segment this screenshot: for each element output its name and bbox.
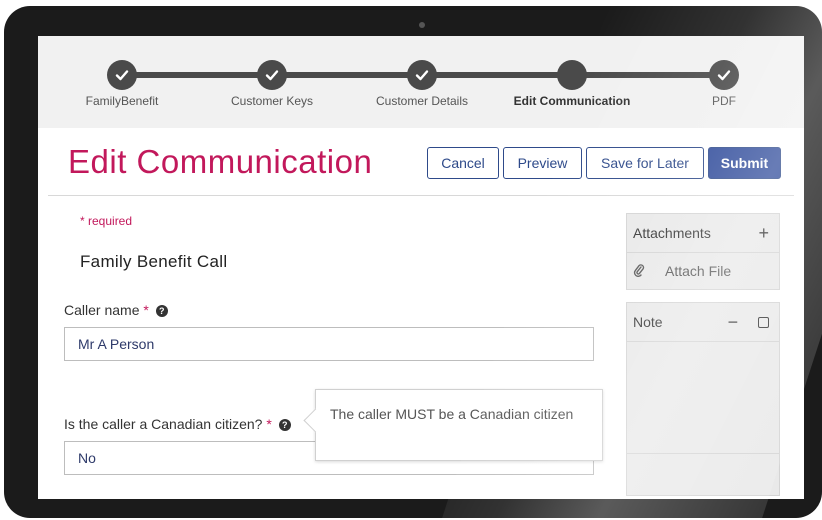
camera-dot xyxy=(419,22,425,28)
help-tooltip: The caller MUST be a Canadian citizen xyxy=(303,389,603,461)
citizen-label-text: Is the caller a Canadian citizen? xyxy=(64,416,263,432)
caller-name-label-text: Caller name xyxy=(64,302,140,318)
add-attachment-plus-icon[interactable]: + xyxy=(758,223,769,244)
attachments-panel: Attachments + Attach File xyxy=(626,213,780,290)
caller-name-input[interactable]: Mr A Person xyxy=(64,327,594,361)
help-icon[interactable]: ? xyxy=(155,305,168,317)
note-header: Note − xyxy=(627,303,779,342)
app-screen: FamilyBenefit Customer Keys Customer Det… xyxy=(38,36,804,499)
attach-file-link[interactable]: Attach File xyxy=(665,263,731,279)
tooltip-arrow xyxy=(303,408,328,433)
page-header: Edit Communication Cancel Preview Save f… xyxy=(48,131,794,196)
step-label-customer-keys: Customer Keys xyxy=(230,94,314,108)
step-label-familybenefit: FamilyBenefit xyxy=(85,94,159,108)
help-icon[interactable]: ? xyxy=(278,419,291,431)
caller-name-value: Mr A Person xyxy=(78,336,155,352)
citizen-value: No xyxy=(78,450,96,466)
minimize-icon[interactable]: − xyxy=(728,312,739,332)
note-title: Note xyxy=(633,314,663,330)
progress-stepper: FamilyBenefit Customer Keys Customer Det… xyxy=(38,36,804,128)
device-bezel: FamilyBenefit Customer Keys Customer Det… xyxy=(4,6,822,518)
caller-name-label: Caller name * ? xyxy=(64,302,168,318)
step-customer-details-check-icon[interactable] xyxy=(407,60,437,90)
step-label-customer-details: Customer Details xyxy=(375,94,469,108)
step-label-pdf: PDF xyxy=(712,94,736,108)
step-familybenefit-check-icon[interactable] xyxy=(107,60,137,90)
attachments-title: Attachments xyxy=(633,225,711,241)
page-title: Edit Communication xyxy=(68,143,373,180)
step-customer-keys-check-icon[interactable] xyxy=(257,60,287,90)
paperclip-icon xyxy=(633,263,653,280)
preview-button[interactable]: Preview xyxy=(503,147,582,179)
step-edit-communication-current[interactable] xyxy=(557,60,587,90)
required-star: * xyxy=(143,302,149,318)
step-label-edit-communication: Edit Communication xyxy=(513,94,631,108)
submit-button[interactable]: Submit xyxy=(708,147,781,179)
maximize-icon[interactable] xyxy=(758,316,769,328)
note-panel: Note − xyxy=(626,302,780,496)
citizen-label: Is the caller a Canadian citizen? * ? xyxy=(64,416,291,432)
section-title: Family Benefit Call xyxy=(80,252,228,271)
tooltip-text: The caller MUST be a Canadian citizen xyxy=(330,406,574,422)
attach-file-row[interactable]: Attach File xyxy=(627,253,779,289)
note-divider xyxy=(627,453,779,454)
step-pdf-check-icon[interactable] xyxy=(709,60,739,90)
save-for-later-button[interactable]: Save for Later xyxy=(586,147,704,179)
required-star: * xyxy=(266,416,272,432)
required-note: * required xyxy=(80,214,133,228)
cancel-button[interactable]: Cancel xyxy=(427,147,499,179)
attachments-header: Attachments + xyxy=(627,214,779,253)
